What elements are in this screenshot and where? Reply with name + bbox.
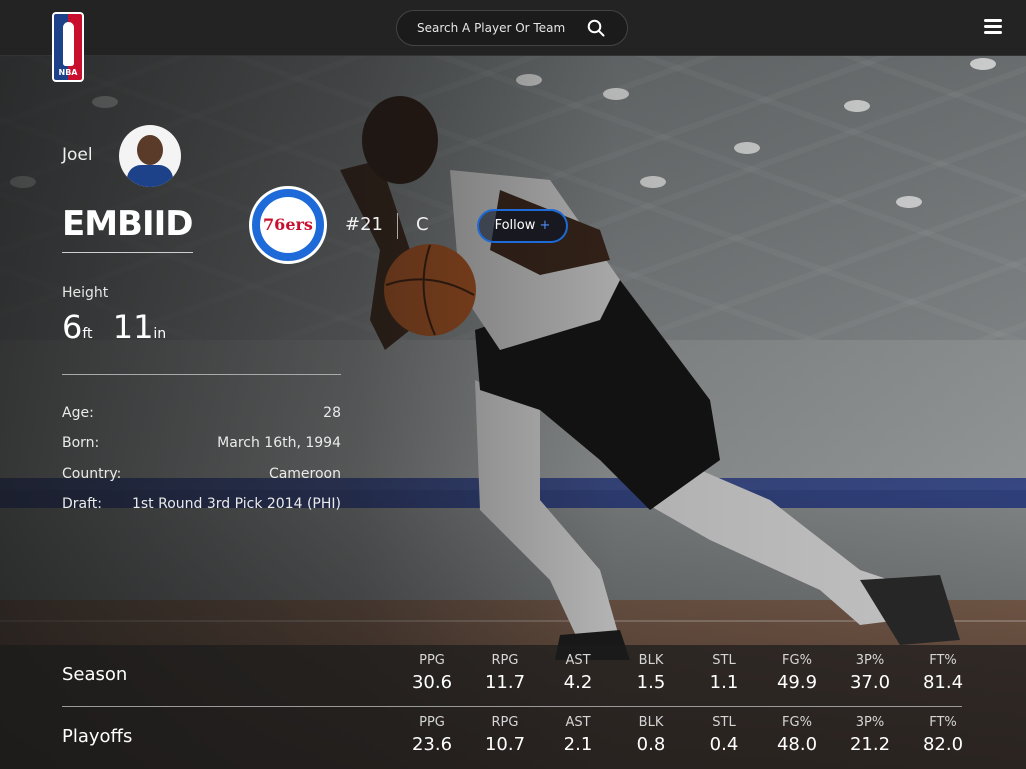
stat-cell: 3P% 21.2 (849, 715, 891, 755)
height-label: Height (62, 285, 109, 301)
player-last-name: EMBIID (62, 204, 193, 244)
detail-value: 1st Round 3rd Pick 2014 (PHI) (131, 496, 341, 512)
stat-cell: 3P% 37.0 (849, 653, 891, 693)
height-feet-unit: ft (82, 326, 93, 342)
detail-key: Born: (62, 435, 100, 451)
stat-cell: RPG 11.7 (484, 653, 526, 693)
height-feet: 6 (62, 308, 83, 346)
stats-panel: Season PPG 30.6 RPG 11.7 AST 4.2 BLK 1.5 STL… (0, 645, 1026, 769)
detail-key: Country: (62, 466, 122, 482)
detail-value: 28 (323, 405, 341, 421)
height-inches: 11 (112, 308, 154, 346)
stat-cell: AST 2.1 (563, 715, 593, 755)
stat-cell: PPG 23.6 (411, 715, 453, 755)
player-avatar (119, 125, 181, 187)
logo-text: NBA (58, 68, 78, 77)
search-placeholder: Search A Player Or Team (417, 21, 566, 35)
top-nav: Search A Player Or Team (0, 0, 1026, 56)
jersey-number: #21 (345, 214, 383, 235)
team-logo-text: 76ers (263, 215, 313, 234)
nba-logo[interactable]: NBA (52, 12, 84, 82)
stat-cell: RPG 10.7 (484, 715, 526, 755)
stat-cell: FT% 82.0 (922, 715, 964, 755)
info-divider (62, 374, 341, 375)
plus-icon: + (539, 218, 551, 233)
follow-button[interactable]: Follow + (477, 209, 568, 243)
detail-key: Draft: (62, 496, 103, 512)
detail-value: Cameroon (268, 466, 341, 482)
stats-row-playoffs: Playoffs PPG 23.6 RPG 10.7 AST 2.1 BLK 0.8 S… (0, 707, 1026, 769)
detail-key: Age: (62, 405, 94, 421)
stat-cell: BLK 0.8 (636, 715, 666, 755)
player-first-name: Joel (62, 145, 93, 165)
name-underline (62, 252, 193, 253)
follow-label: Follow (494, 218, 536, 233)
player-position: C (416, 214, 429, 235)
divider (397, 213, 398, 239)
search-input[interactable]: Search A Player Or Team (396, 10, 628, 46)
stat-cell: FG% 48.0 (776, 715, 818, 755)
stat-cell: AST 4.2 (563, 653, 593, 693)
search-icon[interactable] (587, 19, 605, 37)
team-logo[interactable]: 76ers (249, 186, 327, 264)
height-value: 6ft 11in (62, 308, 166, 346)
stat-cell: STL 1.1 (709, 653, 739, 693)
stat-cell: FG% 49.9 (776, 653, 818, 693)
stat-cell: BLK 1.5 (636, 653, 666, 693)
hamburger-menu-icon[interactable] (984, 19, 1002, 37)
stats-row-season: Season PPG 30.6 RPG 11.7 AST 4.2 BLK 1.5 STL… (0, 645, 1026, 707)
stat-cell: FT% 81.4 (922, 653, 964, 693)
logo-silhouette (63, 22, 74, 66)
height-inches-unit: in (153, 326, 167, 342)
stat-cell: STL 0.4 (709, 715, 739, 755)
stats-row-label: Playoffs (62, 726, 133, 747)
detail-value: March 16th, 1994 (217, 435, 341, 451)
stats-row-label: Season (62, 664, 128, 685)
stat-cell: PPG 30.6 (411, 653, 453, 693)
